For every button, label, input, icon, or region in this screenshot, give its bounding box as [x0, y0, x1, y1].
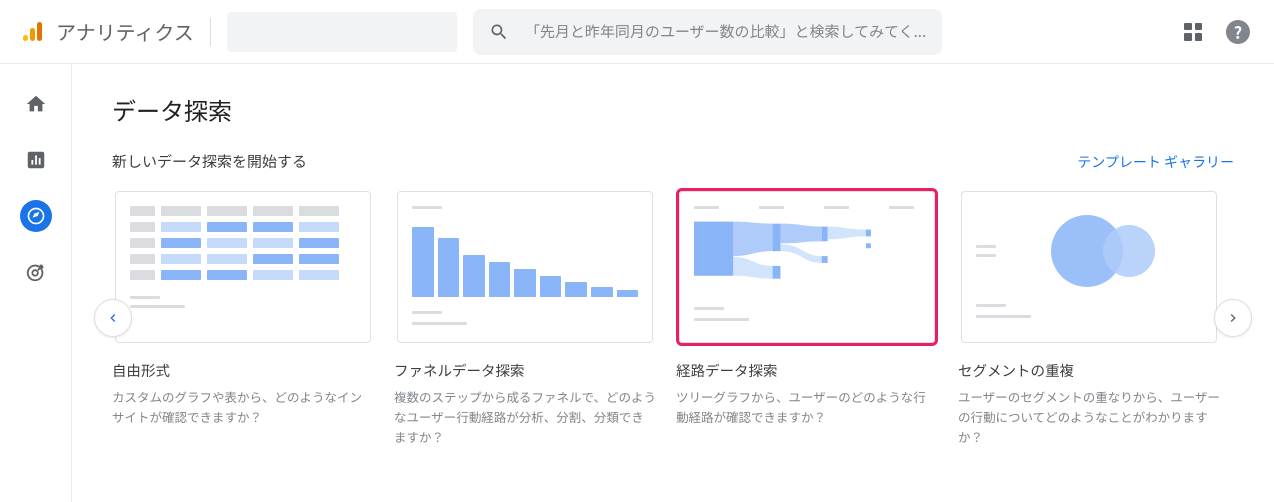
- property-selector[interactable]: [227, 12, 457, 52]
- analytics-logo-icon: [16, 16, 48, 48]
- venn-circle-icon: [1103, 225, 1155, 277]
- search-icon: [489, 22, 509, 42]
- explore-icon: [26, 206, 46, 226]
- help-icon[interactable]: ?: [1226, 20, 1250, 44]
- sidebar-home[interactable]: [20, 88, 52, 120]
- carousel-next-button[interactable]: [1214, 299, 1252, 337]
- divider: [210, 18, 211, 46]
- card-description: ユーザーのセグメントの重なりから、ユーザーの行動についてどのようなことがわかりま…: [958, 387, 1220, 447]
- home-icon: [25, 93, 47, 115]
- carousel-prev-button[interactable]: [94, 299, 132, 337]
- app-title: アナリティクス: [56, 17, 194, 46]
- card-freeform[interactable]: 自由形式 カスタムのグラフや表から、どのようなインサイトが確認できますか？: [112, 188, 374, 447]
- card-thumb: [961, 191, 1217, 343]
- card-thumb: [115, 191, 371, 343]
- sidebar: [0, 64, 72, 502]
- card-path[interactable]: 経路データ探索 ツリーグラフから、ユーザーのどのような行動経路が確認できますか？: [676, 188, 938, 447]
- subtitle: 新しいデータ探索を開始する: [112, 151, 307, 172]
- page-title: データ探索: [112, 92, 1234, 127]
- apps-icon[interactable]: [1184, 23, 1202, 41]
- sidebar-explore[interactable]: [20, 200, 52, 232]
- sidebar-advertising[interactable]: [20, 256, 52, 288]
- card-thumb: [679, 191, 935, 343]
- card-thumb: [397, 191, 653, 343]
- app-header: アナリティクス 「先月と昨年同月のユーザー数の比較」と検索してみてく... ?: [0, 0, 1274, 64]
- template-cards: 自由形式 カスタムのグラフや表から、どのようなインサイトが確認できますか？ ファ…: [112, 188, 1234, 447]
- target-icon: [25, 261, 47, 283]
- search-box[interactable]: 「先月と昨年同月のユーザー数の比較」と検索してみてく...: [473, 9, 942, 55]
- chevron-right-icon: [1225, 310, 1241, 326]
- chevron-left-icon: [105, 310, 121, 326]
- search-placeholder: 「先月と昨年同月のユーザー数の比較」と検索してみてく...: [525, 21, 926, 42]
- card-description: ツリーグラフから、ユーザーのどのような行動経路が確認できますか？: [676, 387, 938, 427]
- card-description: カスタムのグラフや表から、どのようなインサイトが確認できますか？: [112, 387, 374, 427]
- template-gallery-link[interactable]: テンプレート ギャラリー: [1077, 152, 1234, 172]
- card-title: 自由形式: [112, 360, 374, 381]
- sankey-icon: [694, 221, 920, 299]
- sidebar-reports[interactable]: [20, 144, 52, 176]
- card-title: ファネルデータ探索: [394, 360, 656, 381]
- card-title: 経路データ探索: [676, 360, 938, 381]
- card-funnel[interactable]: ファネルデータ探索 複数のステップから成るファネルで、どのようなユーザー行動経路…: [394, 188, 656, 447]
- card-description: 複数のステップから成るファネルで、どのようなユーザー行動経路が分析、分割、分類で…: [394, 387, 656, 447]
- reports-icon: [25, 149, 47, 171]
- card-segment-overlap[interactable]: セグメントの重複 ユーザーのセグメントの重なりから、ユーザーの行動についてどのよ…: [958, 188, 1220, 447]
- main-content: データ探索 新しいデータ探索を開始する テンプレート ギャラリー: [72, 64, 1274, 502]
- card-title: セグメントの重複: [958, 360, 1220, 381]
